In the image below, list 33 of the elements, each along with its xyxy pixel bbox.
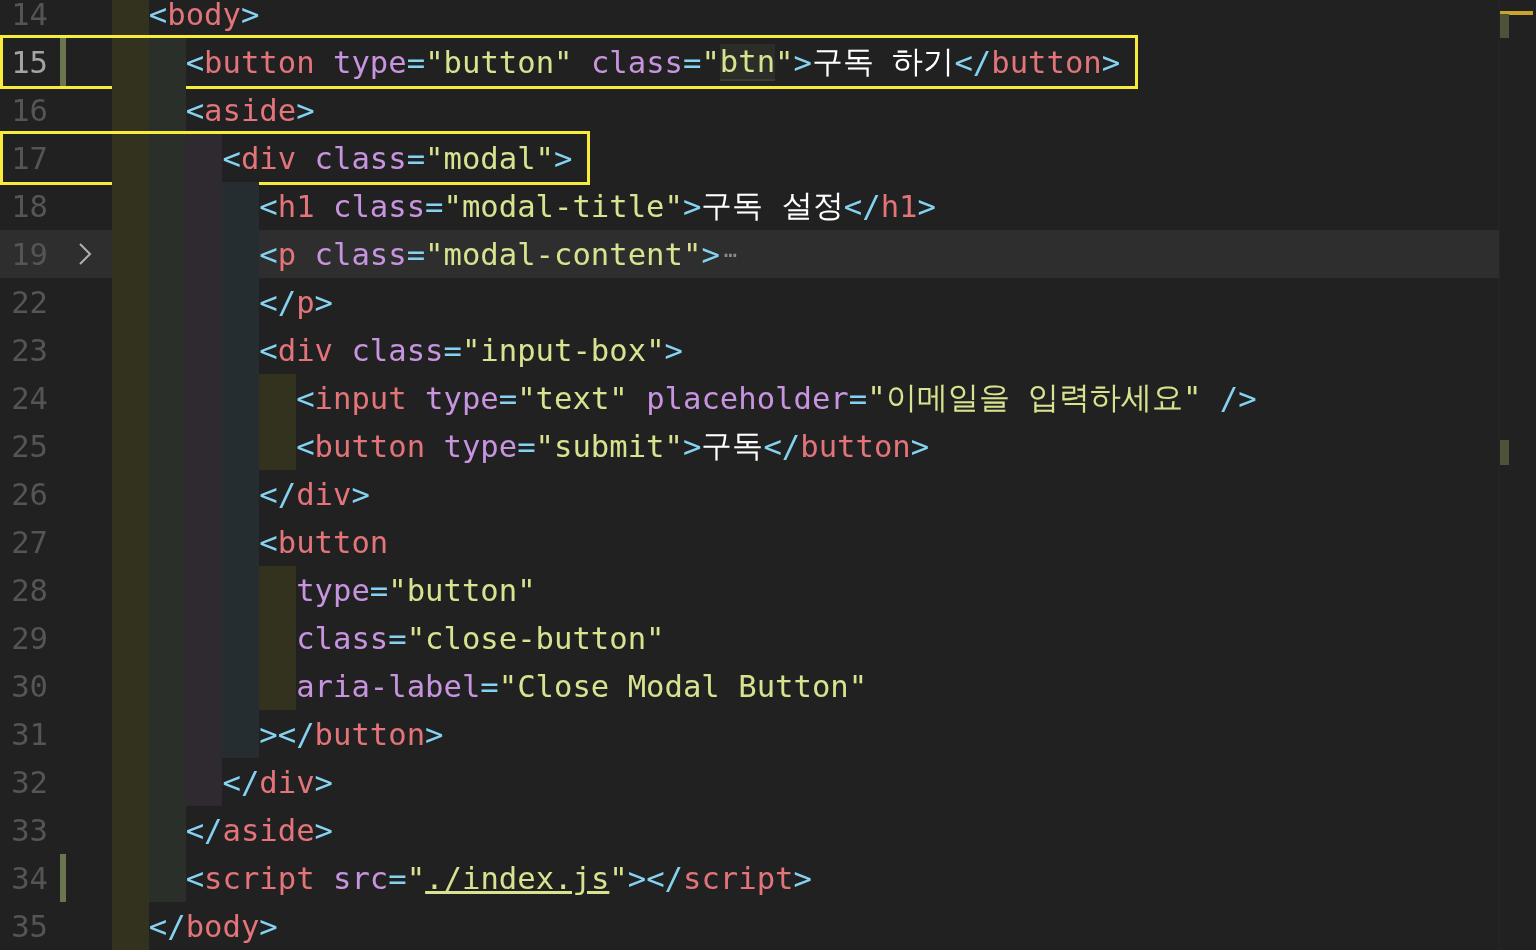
code-text: </div> [259, 475, 370, 514]
indent-guide [148, 38, 186, 86]
code-text: </p> [259, 283, 333, 322]
line-number: 15 [10, 44, 48, 80]
code-text: </aside> [185, 811, 334, 850]
code-text: <body> [148, 0, 260, 34]
code-text: <div class="modal"> [222, 139, 573, 178]
code-text: <button type="submit">구독</button> [296, 426, 930, 466]
code-text: </body> [148, 907, 278, 946]
indent-guide [148, 86, 186, 134]
code-text: <script src="./index.js"></script> [185, 859, 812, 898]
indent-guide [112, 38, 149, 86]
indent-guide [112, 134, 149, 182]
file-path-link[interactable]: ./index.js [425, 860, 610, 896]
code-text: <h1 class="modal-title">구독 설정</h1> [259, 186, 936, 226]
folded-ellipsis[interactable]: ⋯ [723, 241, 738, 267]
code-text: </div> [222, 763, 333, 802]
code-text: <input type="text" placeholder="이메일을 입력하세요" /> [296, 378, 1257, 418]
indent-guide [112, 0, 149, 38]
indent-guide [185, 134, 223, 182]
code-text: <aside> [185, 91, 315, 130]
code-text: ></button> [259, 715, 444, 754]
code-text: aria-label="Close Modal Button" [296, 667, 868, 706]
indent-guide [148, 134, 186, 182]
indent-guide [112, 86, 149, 134]
code-text: <button [259, 523, 389, 562]
ruler-marker [1500, 440, 1509, 465]
chevron-right-icon[interactable] [78, 241, 92, 267]
code-text: type="button" [296, 571, 536, 610]
code-text: <p class="modal-content">⋯ [259, 235, 738, 274]
code-text: <div class="input-box"> [259, 331, 683, 370]
indent-guide [222, 182, 260, 230]
code-text: class="close-button" [296, 619, 665, 658]
